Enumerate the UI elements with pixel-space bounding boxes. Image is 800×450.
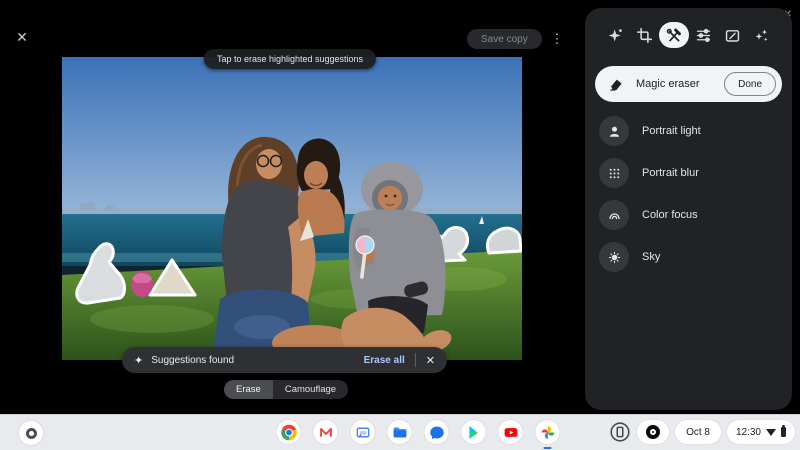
tool-row-portrait-blur[interactable]: Portrait blur: [585, 152, 792, 194]
suggestions-toast: ✦ Suggestions found Erase all ✕: [122, 347, 447, 373]
phone-hub-icon[interactable]: [609, 421, 631, 443]
editor-tab-row: [585, 8, 792, 48]
pink-bag: [131, 271, 153, 297]
tools-icon[interactable]: [659, 22, 689, 48]
editor-close-button[interactable]: ✕: [13, 28, 31, 46]
wifi-icon: [766, 428, 776, 436]
erase-mode-button[interactable]: Erase: [224, 380, 273, 399]
filters-icon[interactable]: [747, 22, 776, 48]
photo-scene: [62, 57, 522, 360]
tool-list: Portrait light Portrait blur Color focus…: [585, 110, 792, 278]
crop-rotate-icon[interactable]: [630, 22, 659, 48]
markup-icon[interactable]: [718, 22, 747, 48]
edit-tools-panel: Magic eraser Done Portrait light Portrai…: [585, 8, 792, 410]
portrait-blur-icon: [599, 158, 629, 188]
launcher-button[interactable]: [19, 421, 43, 445]
date-pill[interactable]: Oct 8: [675, 420, 721, 444]
screen-record-button[interactable]: [637, 420, 670, 444]
eraser-icon: [608, 76, 624, 92]
battery-icon: [781, 425, 786, 437]
mode-toggle: Erase Camouflage: [224, 380, 349, 399]
erase-all-button[interactable]: Erase all: [354, 355, 415, 366]
shelf-apps: [276, 420, 560, 449]
color-focus-icon: [599, 200, 629, 230]
launcher-icon: [25, 427, 37, 439]
active-app-indicator: [543, 446, 552, 449]
magic-eraser-label: Magic eraser: [636, 78, 700, 90]
erase-tooltip: Tap to erase highlighted suggestions: [203, 49, 377, 69]
record-icon: [646, 425, 661, 439]
camouflage-mode-button[interactable]: Camouflage: [272, 380, 349, 399]
tool-row-sky[interactable]: Sky: [585, 236, 792, 278]
toast-text: Suggestions found: [151, 354, 235, 366]
adjust-icon[interactable]: [689, 22, 718, 48]
system-tray: Oct 8 12:30: [609, 420, 795, 444]
date-label: Oct 8: [686, 426, 710, 438]
tool-row-color-focus[interactable]: Color focus: [585, 194, 792, 236]
portrait-light-icon: [599, 116, 629, 146]
suggestions-icon[interactable]: [601, 22, 630, 48]
save-copy-button[interactable]: Save copy: [467, 29, 542, 49]
magic-eraser-card[interactable]: Magic eraser Done: [595, 66, 782, 102]
google-photos-icon[interactable]: [535, 420, 560, 449]
done-button[interactable]: Done: [724, 72, 776, 96]
chromeos-screen: ✕ Save copy ⋮ ✕: [0, 0, 800, 450]
time-label: 12:30: [735, 426, 761, 438]
shelf: Oct 8 12:30: [0, 414, 800, 450]
youtube-icon[interactable]: [498, 420, 523, 444]
photo-canvas[interactable]: [62, 57, 522, 360]
more-menu-button[interactable]: ⋮: [549, 29, 565, 49]
files-icon[interactable]: [387, 420, 412, 444]
chrome-icon[interactable]: [276, 420, 301, 444]
gmail-icon[interactable]: [313, 420, 338, 444]
sky-icon: [599, 242, 629, 272]
tool-row-portrait-light[interactable]: Portrait light: [585, 110, 792, 152]
messages-icon[interactable]: [424, 420, 449, 444]
sparkle-icon: ✦: [134, 354, 144, 367]
toast-close-icon[interactable]: ✕: [416, 354, 435, 367]
status-tray[interactable]: 12:30: [726, 420, 795, 444]
play-store-icon[interactable]: [461, 420, 486, 444]
screencast-icon[interactable]: [350, 420, 375, 444]
